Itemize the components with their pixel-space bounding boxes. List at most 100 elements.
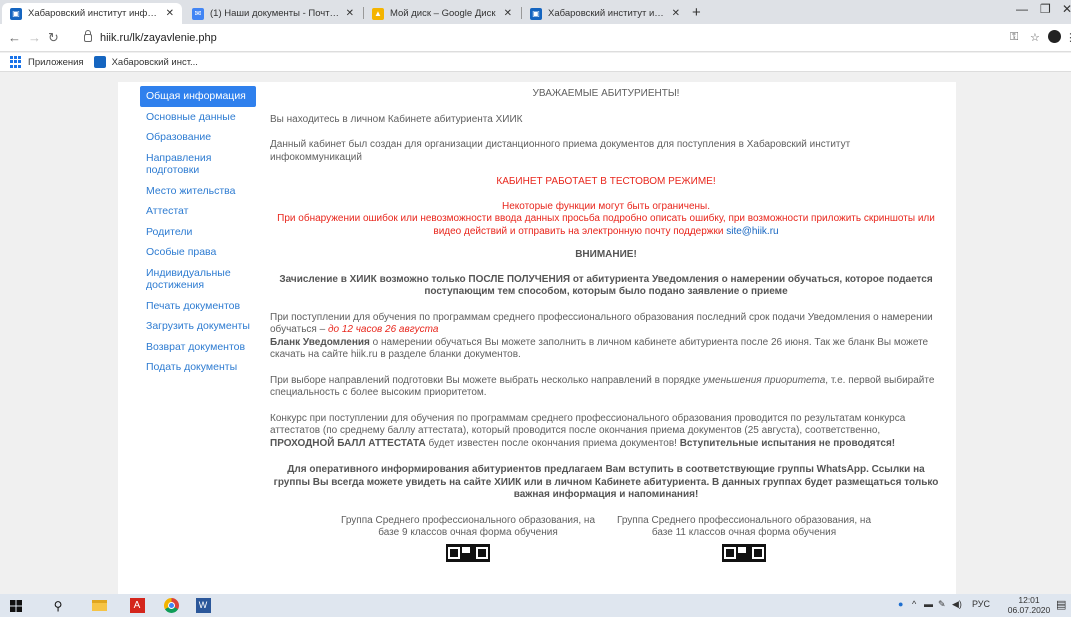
tab-google-drive[interactable]: ▲ Мой диск – Google Диск ✕ [364, 3, 520, 24]
volume-icon[interactable]: ◀) [952, 599, 962, 610]
group-9-classes: Группа Среднего профессионального образо… [338, 515, 598, 562]
pen-icon[interactable]: ✎ [938, 599, 946, 610]
contest-bold2: Вступительные испытания не проводятся! [679, 437, 896, 449]
tab-title: (1) Наши документы - Почта Ма [210, 8, 340, 19]
apps-grid-icon [10, 56, 22, 68]
profile-avatar[interactable] [1048, 30, 1061, 43]
chrome-icon[interactable] [162, 597, 180, 614]
search-icon[interactable]: ⚲ [50, 597, 66, 614]
tab-hiik-2[interactable]: ▣ Хабаровский институт инфоком ✕ [522, 3, 688, 24]
maximize-icon[interactable]: ❐ [1040, 2, 1051, 16]
sidebar-item-main-data[interactable]: Основные данные [140, 107, 256, 128]
group-9-label: Группа Среднего профессионального образо… [341, 514, 595, 539]
sidebar-item-submit[interactable]: Подать документы [140, 357, 256, 378]
menu-icon[interactable]: ⋮ [1065, 31, 1071, 44]
apps-bookmark[interactable]: Приложения [10, 56, 84, 68]
acrobat-icon[interactable]: A [128, 597, 146, 614]
battery-icon[interactable]: ▬ [924, 599, 933, 609]
file-explorer-icon[interactable] [90, 597, 108, 614]
sidebar-item-general[interactable]: Общая информация [140, 86, 256, 107]
mail-favicon-icon: ✉ [192, 7, 204, 20]
sidebar-item-parents[interactable]: Родители [140, 222, 256, 243]
tab-mail[interactable]: ✉ (1) Наши документы - Почта Ма ✕ [184, 3, 362, 24]
group-11-label: Группа Среднего профессионального образо… [617, 514, 871, 539]
clock[interactable]: 12:01 06.07.2020 [1004, 595, 1054, 615]
back-icon[interactable]: ← [8, 30, 21, 45]
bookmark-star-icon[interactable]: ☆ [1030, 31, 1040, 44]
attention-heading: ВНИМАНИЕ! [575, 249, 637, 260]
sidebar-nav: Общая информация Основные данные Образов… [140, 86, 256, 378]
word-icon[interactable]: W [194, 597, 212, 614]
priority-part1: При выборе направлений подготовки Вы мож… [270, 374, 701, 386]
limited-notice: Некоторые функции могут быть ограничены. [501, 200, 711, 212]
windows-start-icon[interactable] [8, 597, 24, 614]
sidebar-item-upload[interactable]: Загрузить документы [140, 316, 256, 337]
bookmark-label: Хабаровский инст... [111, 56, 198, 68]
whatsapp-text: Для оперативного информирования абитурие… [273, 464, 939, 500]
language-indicator[interactable]: РУС [972, 599, 990, 609]
close-tab-icon[interactable]: ✕ [672, 8, 680, 19]
spo-deadline-date: 26 августа [385, 324, 439, 335]
contest-part1: Конкурс при поступлении для обучения по … [270, 412, 906, 437]
close-tab-icon[interactable]: ✕ [166, 8, 174, 19]
bookmark-label: Приложения [28, 56, 84, 68]
qr-code-icon[interactable] [446, 543, 490, 562]
forward-icon[interactable]: → [28, 30, 41, 45]
qr-code-icon[interactable] [722, 543, 766, 562]
error-report-notice: При обнаружении ошибок или невозможности… [270, 213, 942, 238]
contest-text: Конкурс при поступлении для обучения по … [270, 413, 942, 451]
notifications-icon[interactable]: ▤ [1056, 598, 1066, 611]
error-report-text: При обнаружении ошибок или невозможности… [277, 213, 935, 237]
drive-favicon-icon: ▲ [372, 7, 384, 20]
purpose-text: Данный кабинет был создан для организаци… [270, 139, 851, 163]
intro-text: Вы находитесь в личном Кабинете абитурие… [270, 113, 523, 125]
tray-chevron-icon[interactable]: ^ [912, 599, 916, 609]
tab-title: Хабаровский институт инфоком [28, 8, 160, 19]
sidebar-item-residence[interactable]: Место жительства [140, 181, 256, 202]
enrollment-text: Зачисление в ХИИК возможно только ПОСЛЕ … [279, 273, 933, 298]
url-text: hiik.ru/lk/zayavlenie.php [100, 32, 217, 44]
sidebar-item-special-rights[interactable]: Особые права [140, 242, 256, 263]
tab-hiik-1[interactable]: ▣ Хабаровский институт инфоком ✕ [2, 3, 182, 24]
sidebar-item-directions[interactable]: Направления подготовки [140, 148, 256, 181]
close-window-icon[interactable]: ✕ [1062, 2, 1071, 16]
hiik-bookmark[interactable]: Хабаровский инст... [93, 56, 198, 68]
main-content: УВАЖАЕМЫЕ АБИТУРИЕНТЫ! Вы находитесь в л… [270, 88, 942, 562]
page-heading: УВАЖАЕМЫЕ АБИТУРИЕНТЫ! [532, 88, 680, 99]
sidebar-item-education[interactable]: Образование [140, 127, 256, 148]
sidebar-item-return[interactable]: Возврат документов [140, 337, 256, 358]
lock-icon [84, 30, 92, 42]
priority-text: При выборе направлений подготовки Вы мож… [270, 375, 942, 400]
sidebar-item-certificate[interactable]: Аттестат [140, 201, 256, 222]
support-email-link[interactable]: site@hiik.ru [726, 226, 778, 237]
test-mode-notice: КАБИНЕТ РАБОТАЕТ В ТЕСТОВОМ РЕЖИМЕ! [496, 176, 716, 187]
contest-bold: ПРОХОДНОЙ БАЛЛ АТТЕСТАТА [270, 437, 426, 449]
minimize-icon[interactable]: — [1016, 2, 1028, 16]
close-tab-icon[interactable]: ✕ [346, 8, 354, 19]
spo-deadline-text: При поступлении для обучения по программ… [270, 312, 942, 362]
address-bar[interactable]: hiik.ru/lk/zayavlenie.php [84, 28, 217, 48]
bookmarks-bar: Приложения Хабаровский инст... [0, 53, 1071, 72]
key-icon[interactable]: ⚿ [1010, 31, 1018, 44]
clock-date: 06.07.2020 [1007, 605, 1051, 615]
tab-title: Мой диск – Google Диск [390, 8, 496, 19]
whatsapp-groups: Группа Среднего профессионального образо… [270, 515, 942, 562]
new-tab-button[interactable]: + [692, 4, 701, 21]
sidebar-item-print[interactable]: Печать документов [140, 296, 256, 317]
tab-title: Хабаровский институт инфоком [548, 8, 666, 19]
sidebar-item-achievements[interactable]: Индивидуальные достижения [140, 263, 256, 296]
priority-emphasis: уменьшения приоритета [703, 374, 826, 386]
browser-toolbar: ← → ↻ hiik.ru/lk/zayavlenie.php ⚿ ☆ ⋮ [0, 24, 1071, 52]
clock-time: 12:01 [1018, 595, 1040, 605]
network-status-icon[interactable]: ● [898, 599, 903, 609]
group-11-classes: Группа Среднего профессионального образо… [614, 515, 874, 562]
reload-icon[interactable]: ↻ [48, 30, 59, 46]
tab-strip: ▣ Хабаровский институт инфоком ✕ ✉ (1) Н… [0, 0, 1071, 24]
hiik-favicon-icon: ▣ [10, 7, 22, 20]
close-tab-icon[interactable]: ✕ [504, 8, 512, 19]
blank-title: Бланк Уведомления [270, 336, 370, 348]
contest-part2: будет известен после окончания приема до… [428, 437, 677, 449]
spo-deadline-time: до 12 часов [327, 324, 383, 335]
hiik-favicon-icon [93, 56, 106, 68]
page-container: Общая информация Основные данные Образов… [118, 82, 956, 594]
